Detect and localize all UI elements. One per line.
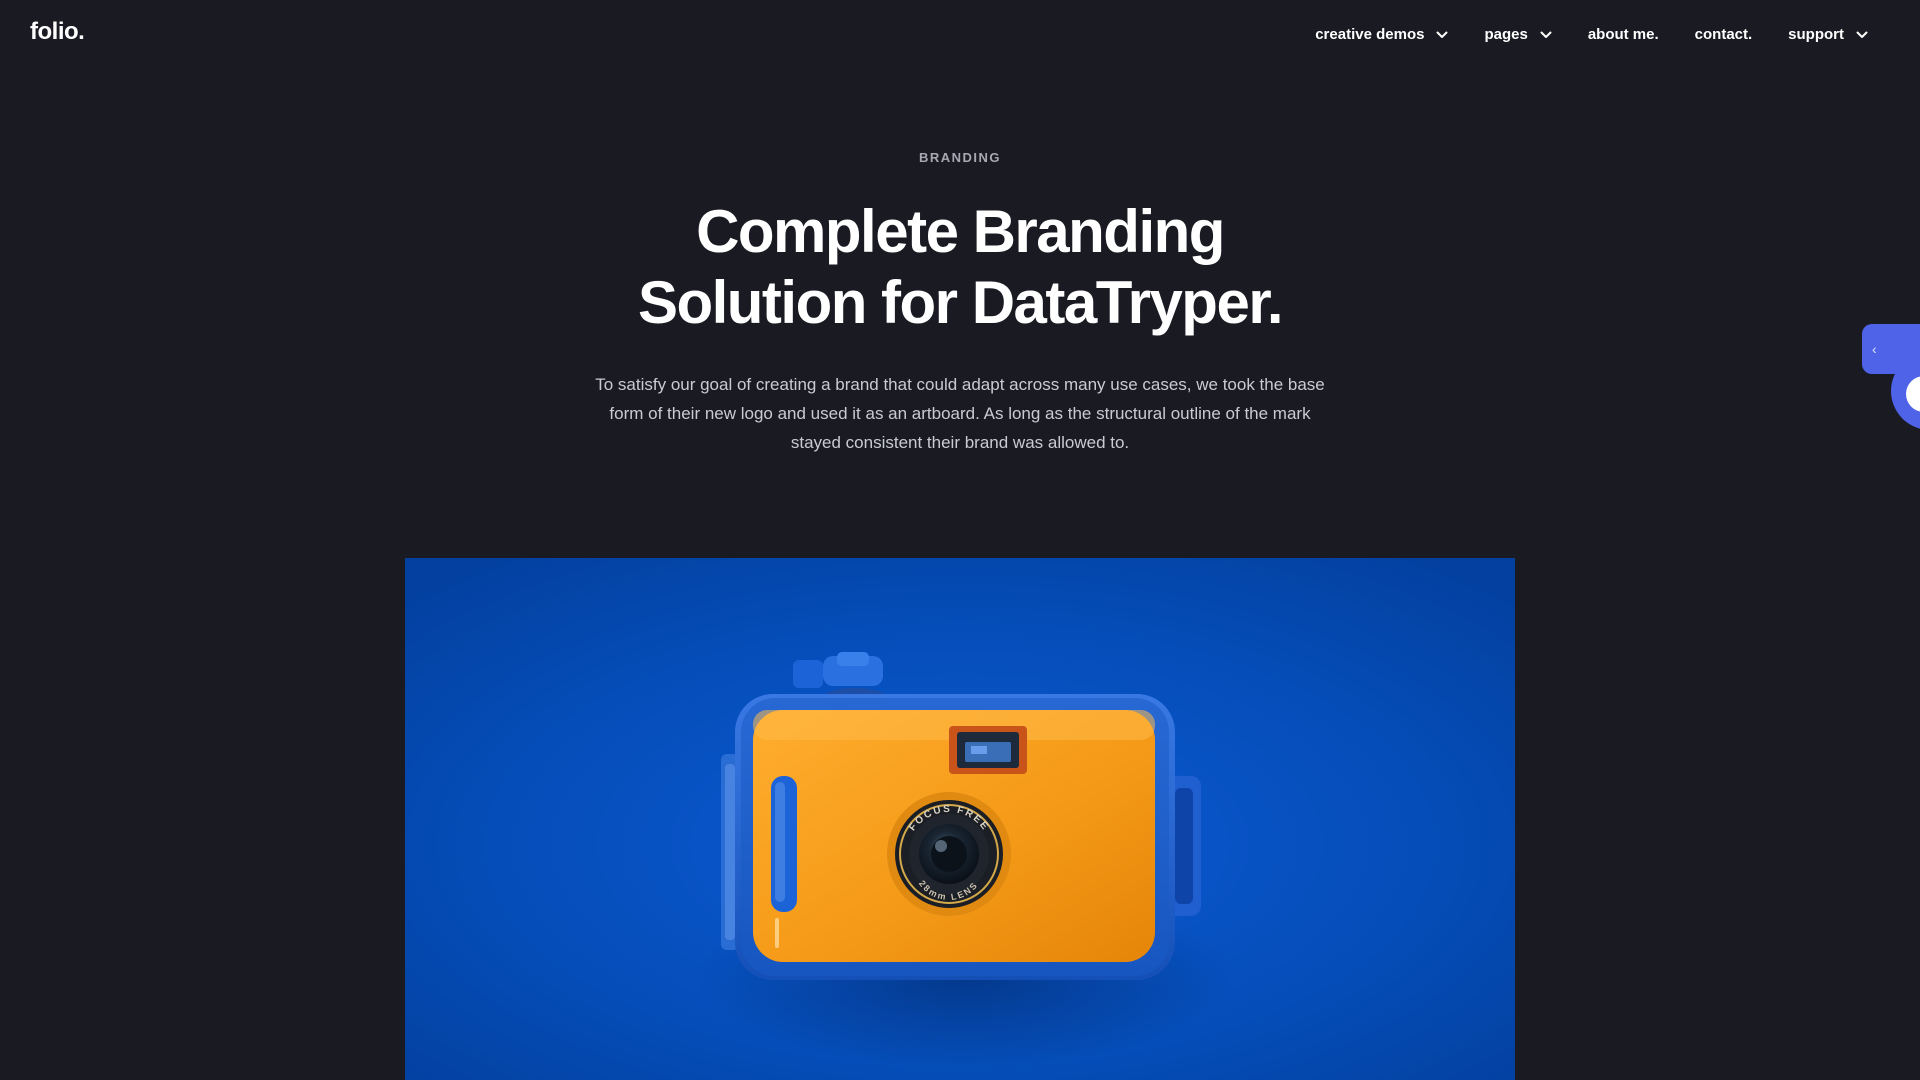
main-nav: creative demos pages about me. contact. … xyxy=(1315,26,1868,43)
project-description: To satisfy our goal of creating a brand … xyxy=(595,375,1325,452)
nav-item-label: support xyxy=(1788,26,1844,43)
chevron-down-icon xyxy=(1436,31,1448,39)
camera-illustration: FOCUS FREE 28mm LENS xyxy=(405,558,1515,1080)
nav-item-about[interactable]: about me. xyxy=(1588,26,1659,43)
site-header: folio. creative demos pages about me. co… xyxy=(0,0,1920,78)
title-line-1: Complete Branding xyxy=(696,198,1225,265)
chevron-down-icon xyxy=(1540,31,1552,39)
side-panel-tab[interactable]: ‹ xyxy=(1862,324,1920,374)
nav-item-support[interactable]: support xyxy=(1788,26,1868,43)
nav-item-creative-demos[interactable]: creative demos xyxy=(1315,26,1448,43)
chevron-left-icon: ‹ xyxy=(1872,341,1877,357)
page-title: Complete Branding Solution for DataTrype… xyxy=(0,196,1920,338)
nav-item-label: creative demos xyxy=(1315,26,1425,43)
nav-item-label: pages xyxy=(1484,26,1528,43)
chevron-down-icon xyxy=(1856,31,1868,39)
site-logo[interactable]: folio. xyxy=(30,18,85,46)
category-label: BRANDING xyxy=(918,150,1002,165)
title-line-2: Solution for DataTryper. xyxy=(637,269,1284,336)
nav-item-pages[interactable]: pages xyxy=(1484,26,1552,43)
nav-item-contact[interactable]: contact. xyxy=(1695,26,1753,43)
nav-item-label: contact. xyxy=(1694,26,1753,43)
project-hero-image: FOCUS FREE 28mm LENS xyxy=(405,558,1515,1080)
nav-item-label: about me. xyxy=(1587,26,1659,43)
